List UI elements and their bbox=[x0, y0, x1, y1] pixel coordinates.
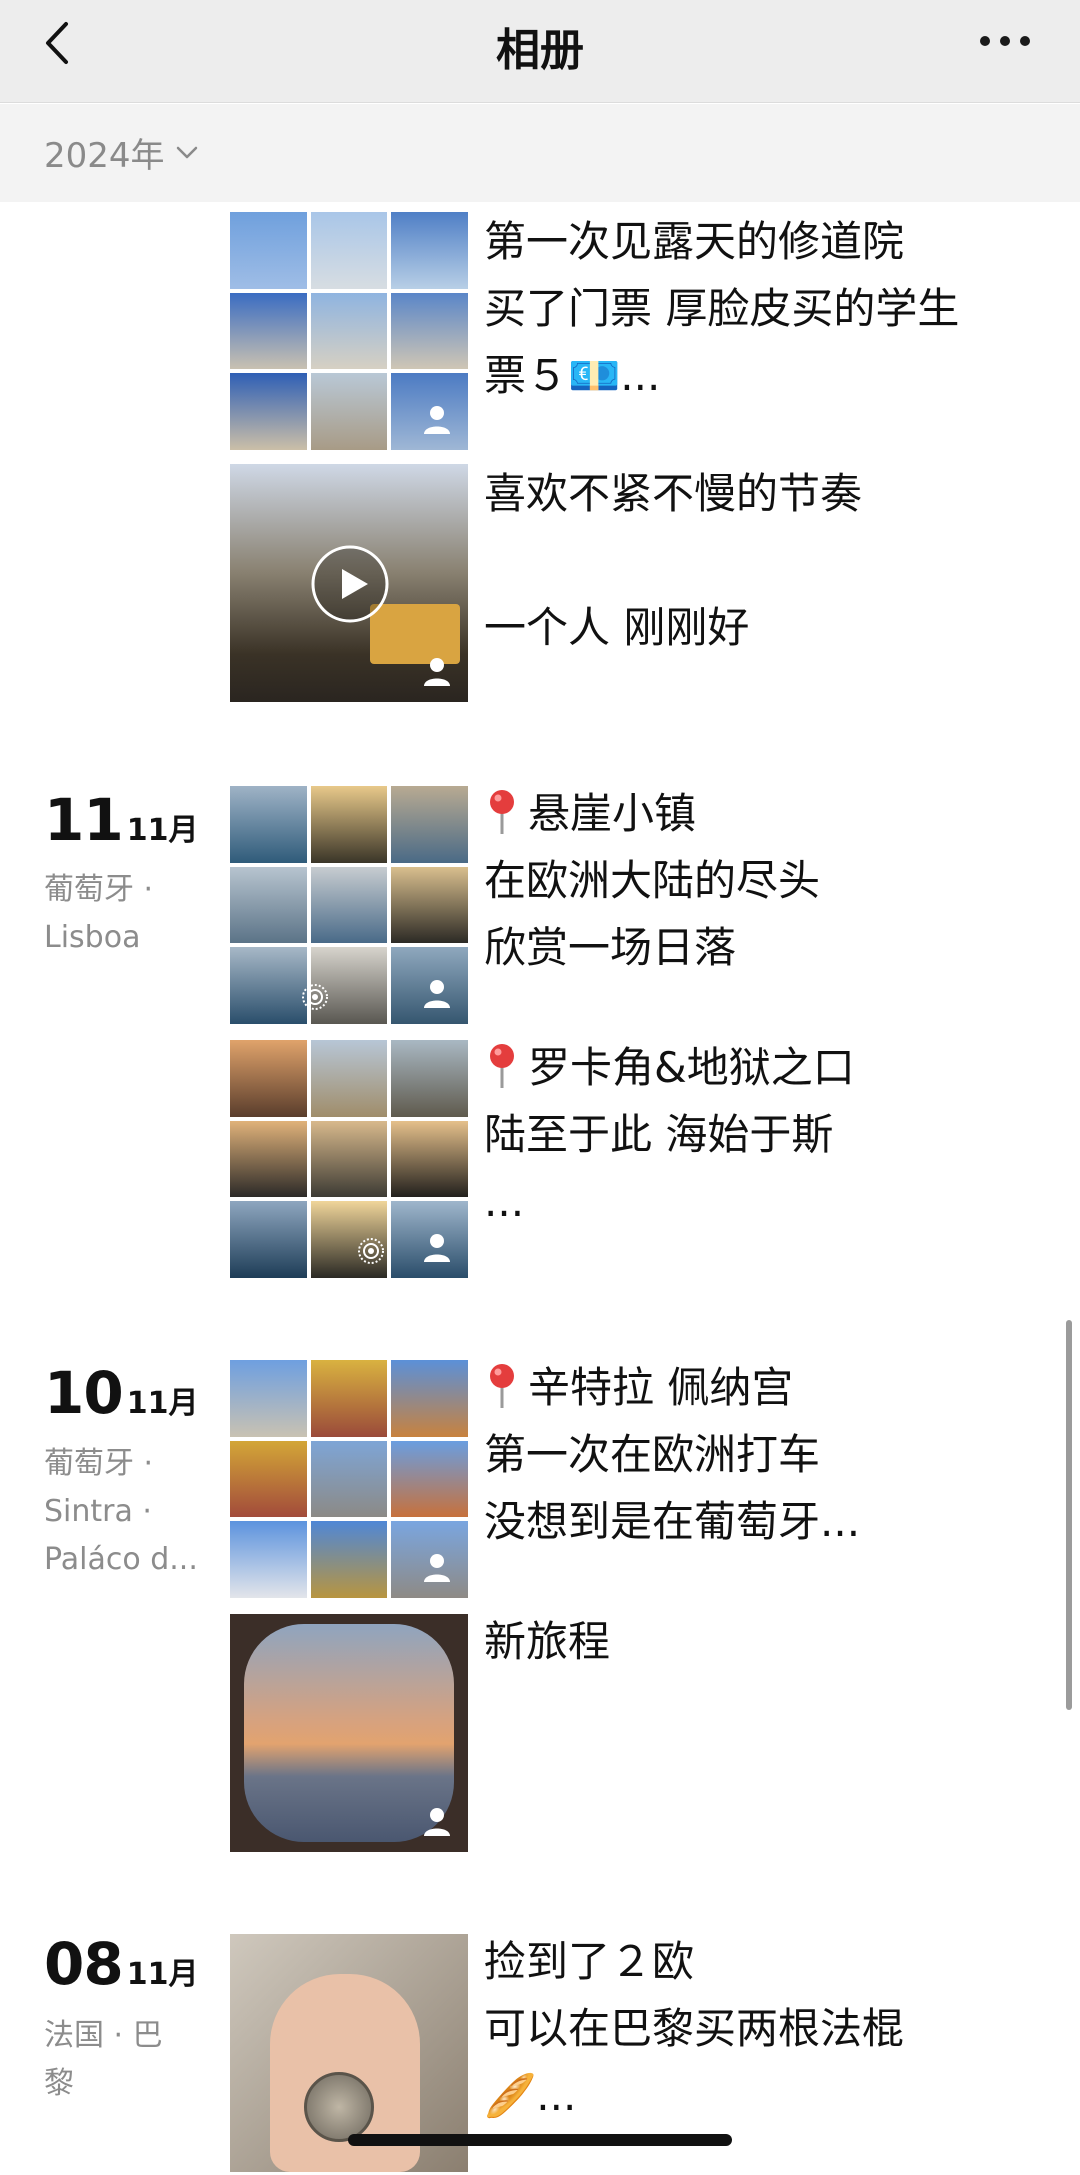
caption-line: 陆至于此 海始于斯 bbox=[484, 1110, 834, 1159]
caption-line: 买了门票 厚脸皮买的学生 bbox=[484, 284, 960, 333]
post-caption[interactable]: 喜欢不紧不慢的节奏 一个人 刚刚好 bbox=[484, 460, 1044, 661]
post-caption[interactable]: 捡到了２欧 可以在巴黎买两根法棍 🥖... bbox=[484, 1928, 1044, 2129]
year-filter-bar: 2024年 bbox=[0, 104, 1080, 202]
home-indicator[interactable] bbox=[348, 2134, 732, 2146]
location-line: Lisboa bbox=[44, 920, 141, 955]
caption-line: 第一次见露天的修道院 bbox=[484, 217, 905, 266]
caption-line: 没想到是在葡萄牙... bbox=[484, 1497, 861, 1546]
more-dots-icon[interactable] bbox=[980, 36, 1030, 50]
entry-date: 11 11月 bbox=[44, 786, 198, 854]
person-visibility-icon bbox=[424, 1234, 450, 1262]
post-caption[interactable]: 第一次见露天的修道院 买了门票 厚脸皮买的学生 票５💶... bbox=[484, 208, 1044, 409]
photo-grid[interactable] bbox=[230, 1040, 468, 1278]
entry-location: 葡萄牙 · Sintra · Paláco d... bbox=[44, 1440, 214, 1584]
year-dropdown[interactable]: 2024年 bbox=[44, 128, 199, 177]
nav-bar: 相册 bbox=[0, 0, 1080, 103]
date-month: 11月 bbox=[126, 1386, 199, 1421]
live-photo-icon bbox=[302, 984, 328, 1010]
location-pin-icon bbox=[490, 1044, 514, 1088]
caption-text: 辛特拉 佩纳宫 bbox=[528, 1363, 794, 1412]
caption-line: 捡到了２欧 bbox=[484, 1937, 695, 1986]
entry-date: 10 11月 bbox=[44, 1359, 198, 1427]
photo-thumbnail[interactable] bbox=[230, 1614, 468, 1852]
play-icon[interactable] bbox=[310, 544, 390, 624]
post-caption[interactable]: 新旅程 bbox=[484, 1608, 1044, 1675]
person-visibility-icon bbox=[424, 980, 450, 1008]
caption-line: 可以在巴黎买两根法棍 bbox=[484, 2004, 905, 2053]
photo-grid[interactable] bbox=[230, 786, 468, 1024]
caption-line: 罗卡角&地狱之口 bbox=[484, 1034, 1044, 1101]
caption-line: 票５💶... bbox=[484, 351, 661, 400]
post-caption[interactable]: 悬崖小镇 在欧洲大陆的尽头 欣赏一场日落 bbox=[484, 780, 1044, 981]
date-day: 11 bbox=[44, 786, 124, 854]
post-caption[interactable]: 罗卡角&地狱之口 陆至于此 海始于斯 ... bbox=[484, 1034, 1044, 1235]
caption-line: 辛特拉 佩纳宫 bbox=[484, 1354, 1044, 1421]
video-thumbnail[interactable] bbox=[230, 464, 468, 702]
caption-line: 欣赏一场日落 bbox=[484, 923, 737, 972]
date-month: 11月 bbox=[126, 1957, 199, 1992]
photo-grid[interactable] bbox=[230, 1360, 468, 1598]
caption-line: 一个人 刚刚好 bbox=[484, 603, 750, 652]
page-title: 相册 bbox=[496, 25, 584, 76]
caption-line: 第一次在欧洲打车 bbox=[484, 1430, 821, 1479]
location-line: 葡萄牙 · bbox=[44, 1446, 154, 1481]
caption-line: 悬崖小镇 bbox=[484, 780, 1044, 847]
location-line: 黎 bbox=[44, 2066, 74, 2101]
caption-line bbox=[484, 527, 1044, 594]
caption-line: 🥖... bbox=[484, 2071, 577, 2120]
caption-line: 喜欢不紧不慢的节奏 bbox=[484, 469, 863, 518]
person-visibility-icon bbox=[424, 658, 450, 686]
caption-line: 在欧洲大陆的尽头 bbox=[484, 856, 821, 905]
location-pin-icon bbox=[490, 1364, 514, 1408]
location-line: Paláco d... bbox=[44, 1542, 198, 1577]
caption-text: 罗卡角&地狱之口 bbox=[528, 1043, 855, 1092]
date-month: 11月 bbox=[126, 813, 199, 848]
date-day: 10 bbox=[44, 1359, 124, 1427]
person-visibility-icon bbox=[424, 1808, 450, 1836]
date-day: 08 bbox=[44, 1930, 124, 1998]
person-visibility-icon bbox=[424, 406, 450, 434]
photo-grid[interactable] bbox=[230, 212, 468, 450]
location-line: 法国 · 巴 bbox=[44, 2018, 163, 2053]
location-line: Sintra · bbox=[44, 1494, 152, 1529]
caption-text: 悬崖小镇 bbox=[528, 789, 697, 838]
person-visibility-icon bbox=[424, 1554, 450, 1582]
live-photo-icon bbox=[358, 1238, 384, 1264]
entry-location: 葡萄牙 · Lisboa bbox=[44, 866, 214, 962]
chevron-down-icon bbox=[176, 146, 197, 158]
location-line: 葡萄牙 · bbox=[44, 872, 154, 907]
entry-date: 08 11月 bbox=[44, 1930, 198, 1998]
caption-line: 新旅程 bbox=[484, 1617, 611, 1666]
caption-line: ... bbox=[484, 1177, 525, 1226]
scrollbar[interactable] bbox=[1066, 1320, 1072, 1710]
location-pin-icon bbox=[490, 790, 514, 834]
post-caption[interactable]: 辛特拉 佩纳宫 第一次在欧洲打车 没想到是在葡萄牙... bbox=[484, 1354, 1044, 1555]
year-label: 2024年 bbox=[44, 136, 165, 176]
entry-location: 法国 · 巴 黎 bbox=[44, 2012, 214, 2108]
